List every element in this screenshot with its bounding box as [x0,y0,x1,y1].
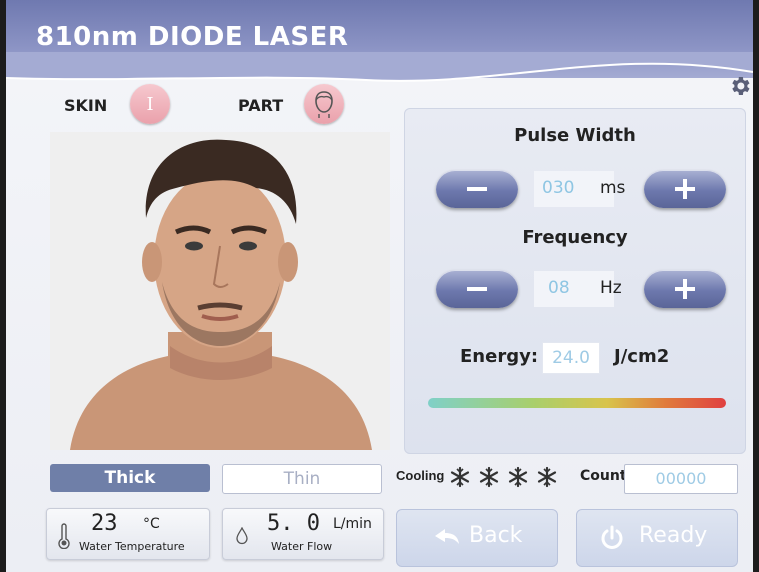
count-label: Count [580,468,627,484]
ready-label: Ready [639,523,708,548]
pulse-width-title: Pulse Width [514,125,636,146]
frequency-title: Frequency [522,227,628,248]
water-drop-icon [236,527,248,545]
water-temperature-panel: 23 °C Water Temperature [46,508,210,560]
energy-level-bar [428,398,726,408]
skin-type-button[interactable]: I [130,84,170,124]
app-title: 810nm DIODE LASER [36,22,349,52]
power-icon [601,525,623,549]
body-part-button[interactable] [304,84,344,124]
skin-type-value: I [146,93,154,115]
water-flow-value: 5. 0 [267,511,320,536]
snowflake-icon [509,466,528,488]
frequency-decrease-button[interactable] [436,270,518,308]
pulse-count-value: 00000 [624,464,738,494]
water-temperature-label: Water Temperature [79,540,185,553]
water-temperature-value: 23 [91,511,118,536]
water-temperature-unit: °C [143,516,160,532]
back-arrow-icon [435,529,459,544]
energy-value[interactable]: 24.0 [542,342,600,374]
plus-icon [675,179,695,199]
face-icon [315,91,333,118]
pulse-width-decrease-button[interactable] [436,170,518,208]
frequency-unit: Hz [600,278,622,298]
snowflake-icon [538,466,557,488]
minus-icon [467,287,487,291]
frequency-increase-button[interactable] [644,270,726,308]
parameter-panel: Pulse Width 030 ms Frequency 08 Hz Energ… [404,108,746,454]
back-label: Back [469,523,523,548]
treatment-area-photo [50,132,390,450]
thick-mode-tab[interactable]: Thick [50,464,210,492]
water-flow-panel: 5. 0 L/min Water Flow [222,508,384,560]
back-button[interactable]: Back [396,509,558,567]
part-label: PART [238,96,284,115]
ready-button[interactable]: Ready [576,509,738,567]
energy-unit: J/cm2 [614,346,670,367]
male-face-image [50,132,390,450]
cooling-level-indicator[interactable] [448,466,559,488]
pulse-width-value: 030 [542,178,575,198]
water-flow-label: Water Flow [271,540,333,553]
snowflake-icon [450,466,470,488]
energy-label: Energy: [460,346,539,367]
minus-icon [467,187,487,191]
cooling-label: Cooling [396,468,445,483]
skin-label: SKIN [64,96,108,115]
pulse-width-increase-button[interactable] [644,170,726,208]
thin-mode-tab[interactable]: Thin [222,464,382,494]
snowflake-icon [479,466,499,488]
pulse-width-unit: ms [600,178,626,198]
plus-icon [675,279,695,299]
device-screen: 810nm DIODE LASER SKIN I PART Pulse Widt… [6,0,753,572]
header-wave [6,52,753,82]
frequency-value: 08 [548,278,570,298]
thermometer-icon [58,523,70,549]
gear-icon[interactable] [728,74,752,98]
water-flow-unit: L/min [333,516,372,532]
